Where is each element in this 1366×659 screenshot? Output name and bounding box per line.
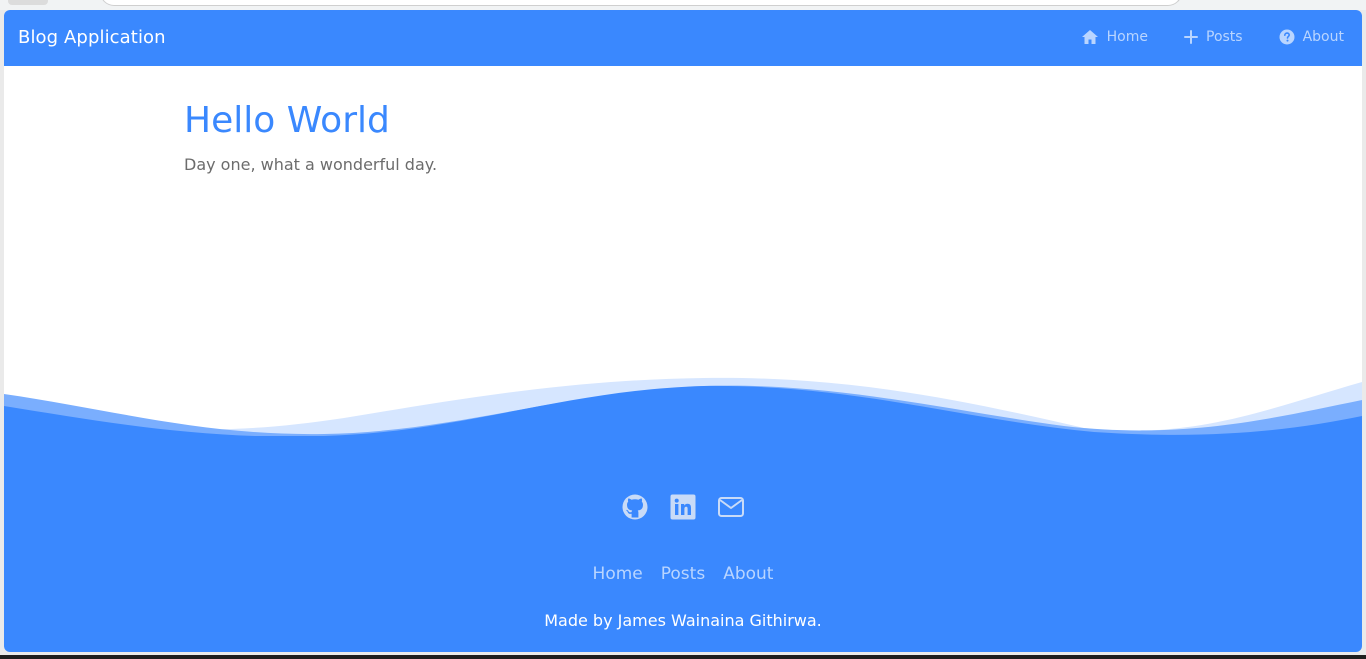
linkedin-icon bbox=[670, 494, 696, 520]
social-links bbox=[4, 494, 1362, 520]
post-body: Day one, what a wonderful day. bbox=[184, 155, 438, 174]
nav-links: Home Posts About bbox=[1081, 26, 1344, 48]
footer-credit: Made by James Wainaina Githirwa. bbox=[544, 611, 822, 630]
nav-posts-label: Posts bbox=[1206, 29, 1243, 45]
email-link[interactable] bbox=[718, 494, 744, 520]
nav-home[interactable]: Home bbox=[1081, 26, 1148, 48]
linkedin-link[interactable] bbox=[670, 494, 696, 520]
footer: Home Posts About Made by James Wainaina … bbox=[4, 370, 1362, 652]
page-window: Blog Application Home Posts About Hello … bbox=[4, 10, 1362, 652]
question-circle-icon bbox=[1279, 29, 1295, 45]
footer-links: Home Posts About bbox=[4, 562, 1362, 586]
home-icon bbox=[1081, 30, 1098, 44]
post-content: Hello World Day one, what a wonderful da… bbox=[184, 98, 437, 176]
browser-tab[interactable] bbox=[8, 0, 48, 5]
github-icon bbox=[622, 494, 648, 520]
nav-about-label: About bbox=[1302, 29, 1344, 45]
footer-link-posts[interactable]: Posts bbox=[661, 562, 705, 586]
taskbar-strip bbox=[0, 655, 1366, 659]
nav-home-label: Home bbox=[1106, 29, 1148, 45]
plus-icon bbox=[1184, 30, 1198, 44]
mail-icon bbox=[718, 497, 744, 517]
github-link[interactable] bbox=[622, 494, 648, 520]
footer-link-about[interactable]: About bbox=[723, 562, 773, 586]
nav-about[interactable]: About bbox=[1279, 26, 1344, 48]
post-title: Hello World bbox=[184, 100, 390, 141]
nav-posts[interactable]: Posts bbox=[1184, 26, 1243, 48]
browser-top-strip bbox=[0, 0, 1366, 10]
address-bar[interactable] bbox=[100, 0, 1182, 6]
brand-title[interactable]: Blog Application bbox=[18, 25, 166, 51]
navbar: Blog Application Home Posts About bbox=[4, 10, 1362, 66]
footer-link-home[interactable]: Home bbox=[593, 562, 643, 586]
footer-waves bbox=[4, 377, 1362, 440]
